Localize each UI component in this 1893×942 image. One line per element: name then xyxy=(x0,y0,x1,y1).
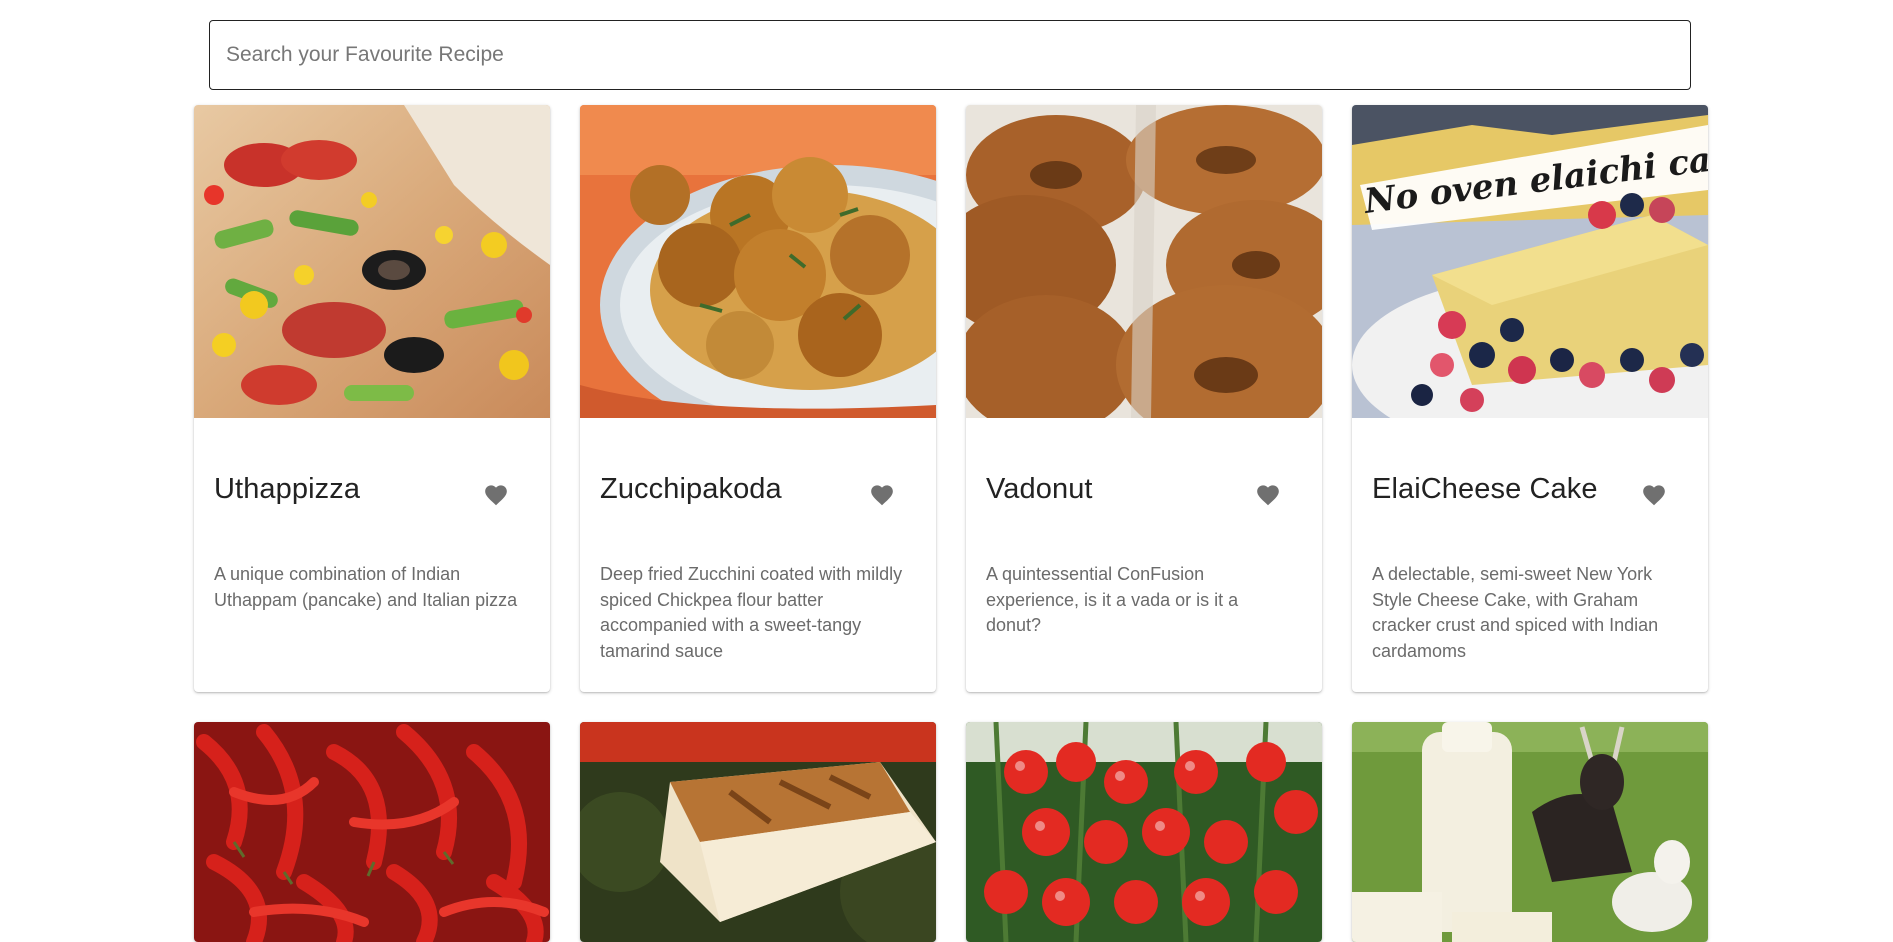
favorite-button[interactable] xyxy=(860,472,904,516)
goat-milk-image xyxy=(1352,722,1708,942)
card-header: Vadonut xyxy=(986,418,1302,515)
heart-icon xyxy=(1643,485,1665,506)
heart-icon xyxy=(1257,485,1279,506)
heart-icon xyxy=(871,485,893,506)
card-title: Zucchipakoda xyxy=(600,473,782,505)
cheesecake-image: No oven elaichi cake xyxy=(1352,105,1708,418)
card-description: A quintessential ConFusion experience, i… xyxy=(986,564,1239,635)
recipe-card-tomato[interactable] xyxy=(966,722,1322,942)
heart-icon xyxy=(485,485,507,506)
card-title: Vadonut xyxy=(986,473,1093,505)
recipe-card-paneer[interactable] xyxy=(580,722,936,942)
card-description: A delectable, semi-sweet New York Style … xyxy=(1372,564,1659,661)
favorite-button[interactable] xyxy=(1246,472,1290,516)
recipe-card-vadonut[interactable]: Vadonut A quintessential ConFusion exper… xyxy=(966,105,1322,692)
search-box[interactable] xyxy=(209,20,1691,90)
recipe-card-elaicheese-cake[interactable]: No oven elaichi cake ElaiCheese Cake A d… xyxy=(1352,105,1708,692)
tomato-image xyxy=(966,722,1322,942)
card-header: ElaiCheese Cake xyxy=(1372,418,1688,515)
recipe-card-uthappizza[interactable]: Uthappizza A unique combination of India… xyxy=(194,105,550,692)
favorite-button[interactable] xyxy=(1632,472,1676,516)
paneer-image xyxy=(580,722,936,942)
pakoda-image xyxy=(580,105,936,418)
card-description: A unique combination of Indian Uthappam … xyxy=(214,564,518,610)
card-description: Deep fried Zucchini coated with mildly s… xyxy=(600,564,903,661)
donut-image xyxy=(966,105,1322,418)
card-header: Zucchipakoda xyxy=(600,418,916,515)
card-title: ElaiCheese Cake xyxy=(1372,473,1598,505)
card-header: Uthappizza xyxy=(214,418,530,515)
card-title: Uthappizza xyxy=(214,473,361,505)
pizza-image xyxy=(194,105,550,418)
recipe-card-zucchipakoda[interactable]: Zucchipakoda Deep fried Zucchini coated … xyxy=(580,105,936,692)
recipe-card-goat-milk[interactable] xyxy=(1352,722,1708,942)
favorite-button[interactable] xyxy=(474,472,518,516)
recipe-card-chilli[interactable] xyxy=(194,722,550,942)
search-input[interactable] xyxy=(210,21,1690,89)
recipe-grid: Uthappizza A unique combination of India… xyxy=(194,105,1708,942)
chilli-image xyxy=(194,722,550,942)
